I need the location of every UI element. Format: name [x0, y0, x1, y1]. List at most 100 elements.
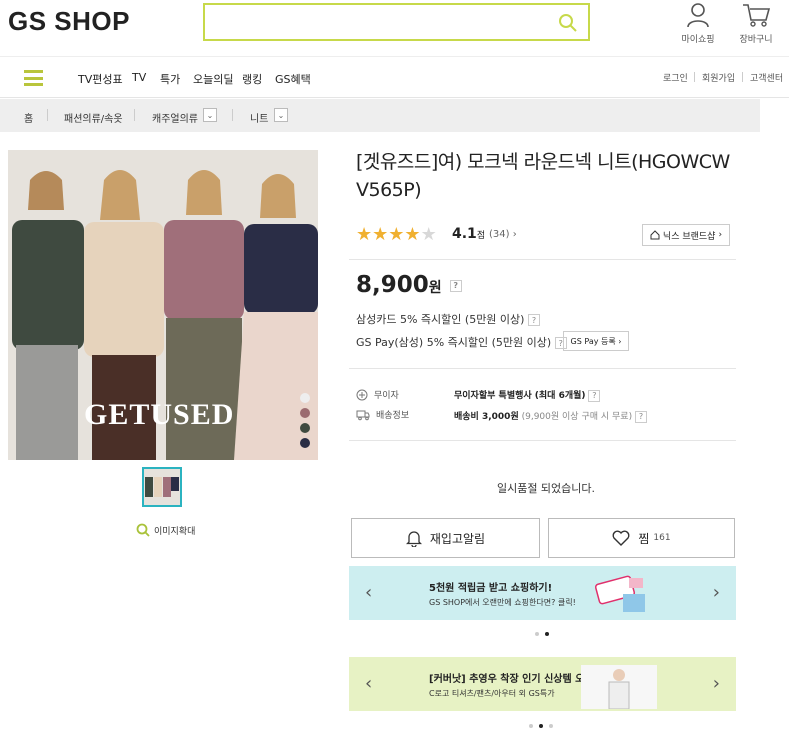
menu-icon[interactable]	[24, 70, 43, 86]
zoom-label: 이미지확대	[154, 526, 196, 537]
installment-value: 무이자할부 특별행사 (최대 6개월) ?	[454, 388, 601, 402]
signup-link[interactable]: 회원가입	[702, 71, 735, 84]
help-icon[interactable]: ?	[588, 389, 601, 402]
chevron-left-icon[interactable]: ‹	[365, 673, 372, 694]
truck-icon	[356, 410, 370, 420]
nav-item-tv[interactable]: TV	[132, 71, 146, 84]
plus-circle-icon	[356, 389, 368, 400]
color-swatch-light[interactable]	[300, 393, 310, 403]
help-icon[interactable]: ?	[634, 410, 647, 423]
chevron-right-icon: ›	[718, 230, 723, 240]
color-swatch-pink[interactable]	[300, 408, 310, 418]
installment-row-label: 무이자	[356, 388, 399, 401]
help-icon[interactable]: ?	[449, 279, 462, 292]
cart-icon	[743, 4, 770, 27]
color-swatch-navy[interactable]	[300, 438, 310, 448]
thumbnail-image	[144, 469, 180, 505]
star-icon: ★	[388, 224, 405, 245]
product-price: 8,900원 ?	[356, 272, 462, 298]
breadcrumb-home[interactable]: 홈	[24, 110, 33, 125]
wishlist-label: 찜	[638, 531, 650, 546]
star-icon: ★	[372, 224, 389, 245]
discount-gspay-text: GS Pay(삼성) 5% 즉시할인 (5만원 이상)	[356, 336, 552, 349]
image-zoom-button[interactable]: 이미지확대	[136, 523, 195, 537]
gs-shop-logo[interactable]: GS SHOP	[8, 6, 130, 37]
product-thumbnail[interactable]	[142, 467, 182, 507]
shipping-fee: 배송비 3,000원	[454, 412, 519, 422]
banner-1-text: 5천원 적립금 받고 쇼핑하기! GS SHOP에서 오랜만에 쇼핑한다면? 클…	[429, 579, 576, 608]
chevron-right-icon[interactable]: ›	[713, 673, 720, 694]
color-swatch-green[interactable]	[300, 423, 310, 433]
installment-text: 무이자할부 특별행사 (최대 6개월)	[454, 391, 586, 401]
breadcrumb-divider	[232, 109, 233, 121]
shipping-label: 배송정보	[376, 411, 410, 421]
wishlist-button[interactable]: 찜 161	[548, 518, 735, 558]
nav-item-special[interactable]: 특가	[160, 71, 180, 87]
cart-label: 장바구니	[739, 35, 773, 45]
my-shopping-button[interactable]: 마이쇼핑	[678, 2, 718, 45]
util-divider	[694, 72, 695, 82]
chevron-down-icon[interactable]: ⌄	[274, 108, 288, 122]
coupon-illustration	[594, 575, 645, 612]
breadcrumb-casual[interactable]: 캐주얼의류	[152, 110, 198, 125]
chevron-right-icon[interactable]: ›	[713, 582, 720, 603]
promo-banner-2[interactable]: ‹ [커버낫] 추영우 착장 인기 신상템 오픈 C로고 티셔츠/팬츠/아우터 …	[349, 657, 736, 711]
banner-2-title: [커버낫] 추영우 착장 인기 신상템 오픈	[429, 674, 594, 685]
breadcrumb-fashion[interactable]: 패션의류/속옷	[64, 110, 123, 125]
gs-pay-register-button[interactable]: GS Pay 등록 ›	[563, 331, 629, 351]
promo-banner-1[interactable]: ‹ 5천원 적립금 받고 쇼핑하기! GS SHOP에서 오랜만에 쇼핑한다면?…	[349, 566, 736, 620]
chevron-left-icon[interactable]: ‹	[365, 582, 372, 603]
login-link[interactable]: 로그인	[663, 71, 688, 84]
review-count: (34)	[489, 229, 510, 240]
search-box[interactable]	[203, 3, 590, 41]
product-title-line1: [겟유즈드]여) 모크넥 라운드넥 니트(HGOWCW	[356, 151, 730, 173]
review-count-link[interactable]: (34) ›	[489, 229, 517, 240]
restock-alert-button[interactable]: 재입고알림	[351, 518, 540, 558]
chevron-down-icon[interactable]: ⌄	[203, 108, 217, 122]
discount-samsung-card: 삼성카드 5% 즉시할인 (5만원 이상) ?	[356, 311, 540, 327]
price-unit: 원	[428, 280, 442, 296]
page-dot[interactable]	[535, 632, 539, 636]
breadcrumb-divider	[134, 109, 135, 121]
nav-item-gs-benefit[interactable]: GS혜택	[275, 71, 311, 87]
product-title: [겟유즈드]여) 모크넥 라운드넥 니트(HGOWCW V565P)	[356, 148, 736, 204]
gs-pay-register-label: GS Pay 등록	[570, 336, 616, 346]
rating-unit: 점	[476, 231, 486, 241]
home-icon	[650, 230, 660, 240]
banner-1-title: 5천원 적립금 받고 쇼핑하기!	[429, 583, 553, 594]
page-dot[interactable]	[529, 724, 533, 728]
discount-gs-pay: GS Pay(삼성) 5% 즉시할인 (5만원 이상) ?	[356, 334, 567, 350]
divider	[349, 440, 736, 441]
product-title-line2: V565P)	[356, 179, 422, 201]
customer-center-link[interactable]: 고객센터	[750, 71, 783, 84]
page-dot-active[interactable]	[539, 724, 543, 728]
page-dot[interactable]	[549, 724, 553, 728]
search-icon[interactable]	[558, 13, 578, 33]
cart-button[interactable]: 장바구니	[736, 2, 776, 45]
banner-1-sub: GS SHOP에서 오랜만에 쇼핑한다면? 클릭!	[429, 598, 576, 607]
breadcrumb-divider	[47, 109, 48, 121]
heart-icon	[612, 530, 630, 546]
rating-value: 4.1점	[452, 226, 485, 242]
star-icon: ★	[420, 224, 437, 245]
breadcrumb-knit[interactable]: 니트	[250, 110, 268, 125]
nav-item-tv-schedule[interactable]: TV편성표	[78, 71, 123, 87]
rating-stars: ★★★★★	[356, 224, 437, 245]
banner-1-pagination	[535, 632, 549, 636]
nav-item-today-deal[interactable]: 오늘의딜	[193, 71, 233, 87]
help-icon[interactable]: ?	[527, 314, 540, 326]
banner-2-pagination	[529, 724, 553, 728]
util-divider	[742, 72, 743, 82]
brand-shop-button[interactable]: 닉스 브랜드샵 ›	[642, 224, 730, 246]
discount-samsung-text: 삼성카드 5% 즉시할인 (5만원 이상)	[356, 313, 525, 326]
divider	[349, 259, 736, 260]
bell-icon	[405, 531, 422, 547]
divider	[349, 368, 736, 369]
nav-item-ranking[interactable]: 랭킹	[242, 71, 262, 87]
price-value: 8,900	[356, 272, 429, 298]
user-icon	[687, 3, 709, 28]
magnifier-icon	[136, 523, 150, 537]
my-shopping-label: 마이쇼핑	[681, 35, 715, 45]
search-input[interactable]	[213, 5, 553, 37]
page-dot-active[interactable]	[545, 632, 549, 636]
